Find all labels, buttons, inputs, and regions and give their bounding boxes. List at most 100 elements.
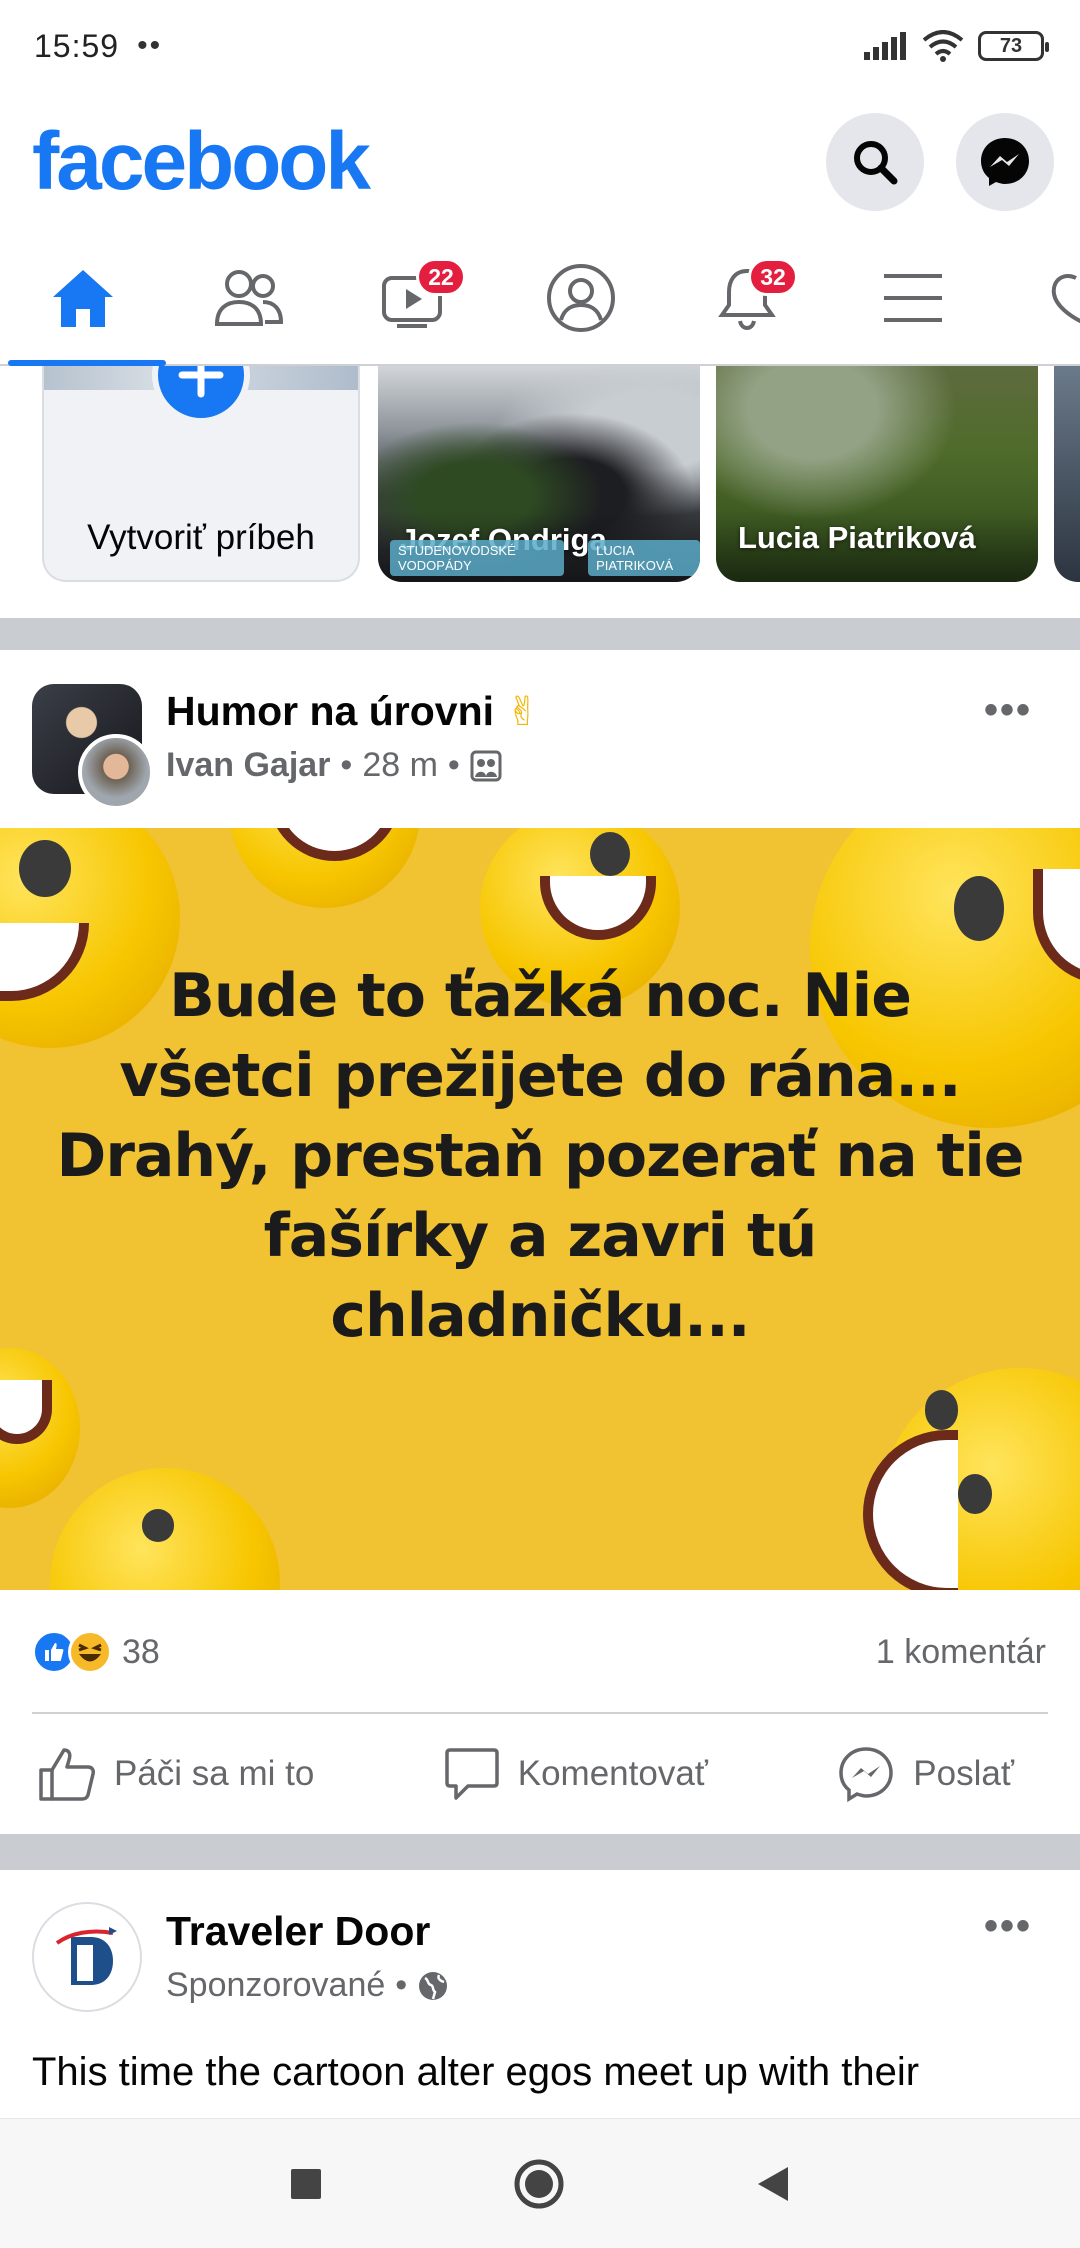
menu-icon xyxy=(884,274,942,322)
post-page-name[interactable]: Humor na úrovni ✌ xyxy=(166,688,540,735)
status-bar: 15:59 •• 73 xyxy=(0,0,1080,92)
emoji-decoration xyxy=(230,828,420,908)
plus-icon xyxy=(178,366,224,398)
system-navigation-bar xyxy=(0,2118,1080,2248)
traveler-door-logo xyxy=(55,1927,117,1985)
meme-line: fašírky a zavri tú xyxy=(263,1201,818,1271)
status-right: 73 xyxy=(864,30,1049,62)
recents-button[interactable] xyxy=(289,2167,323,2201)
emoji-eye xyxy=(954,876,1005,941)
post-more-options[interactable]: ••• xyxy=(984,688,1032,733)
story-card[interactable]: Jozef Ondriga STUDENOVODSKÉ VODOPÁDY LUC… xyxy=(378,366,700,582)
emoji-mouth xyxy=(540,876,656,940)
meme-line: Drahý, prestaň pozerať na tie xyxy=(56,1121,1025,1191)
like-label: Páči sa mi to xyxy=(114,1754,315,1793)
comment-button[interactable]: Komentovať xyxy=(444,1747,708,1801)
page-avatar[interactable] xyxy=(32,1902,142,2012)
profile-icon xyxy=(547,264,615,332)
emoji-mouth xyxy=(863,1429,959,1590)
facebook-logo[interactable]: facebook xyxy=(32,115,371,209)
header-actions xyxy=(826,113,1054,211)
meme-line: chladničku... xyxy=(330,1281,750,1351)
tab-home[interactable] xyxy=(0,232,166,366)
send-button[interactable]: Poslať xyxy=(837,1745,1014,1803)
reaction-count: 38 xyxy=(122,1632,160,1671)
status-notification-dots: •• xyxy=(137,29,163,62)
meme-caption: Bude to ťažká noc. Nie všetci prežijete … xyxy=(0,956,1080,1356)
emoji-eye xyxy=(590,832,630,876)
meta-separator: • xyxy=(340,746,353,784)
story-mention-tag: LUCIA PIATRIKOVÁ xyxy=(588,540,700,576)
story-card[interactable]: Lucia Piatriková xyxy=(716,366,1038,582)
post-actions: Páči sa mi to Komentovať Poslať xyxy=(0,1714,1080,1834)
post-more-options[interactable]: ••• xyxy=(984,1904,1032,1949)
app-header: facebook xyxy=(0,92,1080,232)
reaction-count-group[interactable]: 38 xyxy=(32,1630,160,1674)
thumbs-up-icon xyxy=(39,1748,95,1801)
comment-icon xyxy=(444,1748,499,1800)
tab-dating-partial[interactable] xyxy=(996,232,1080,364)
meta-separator: • xyxy=(395,1966,408,2004)
victory-hand-icon: ✌ xyxy=(506,689,540,734)
emoji-decoration xyxy=(0,1348,80,1508)
page-name-text: Humor na úrovni xyxy=(166,688,495,734)
emoji-eye xyxy=(958,1474,992,1514)
post-header: Humor na úrovni ✌ Ivan Gajar • 28 m • ••… xyxy=(0,650,1080,820)
notifications-badge: 32 xyxy=(748,258,798,296)
comment-count[interactable]: 1 komentár xyxy=(876,1633,1046,1672)
meme-line: všetci prežijete do rána... xyxy=(119,1041,961,1111)
add-story-button[interactable] xyxy=(152,366,250,424)
post-image[interactable]: Bude to ťažká noc. Nie všetci prežijete … xyxy=(0,828,1080,1590)
friends-icon xyxy=(214,270,284,326)
create-story-label: Vytvoriť príbeh xyxy=(87,518,315,557)
status-left: 15:59 •• xyxy=(34,28,162,65)
tab-friends[interactable] xyxy=(166,232,332,364)
like-button[interactable]: Páči sa mi to xyxy=(38,1746,314,1802)
tab-menu[interactable] xyxy=(830,232,996,364)
post-text: This time the cartoon alter egos meet up… xyxy=(32,2050,920,2094)
feed-divider xyxy=(0,1834,1080,1870)
post-author[interactable]: Ivan Gajar xyxy=(166,746,330,785)
messenger-button[interactable] xyxy=(956,113,1054,211)
status-time: 15:59 xyxy=(34,27,120,64)
tab-watch[interactable]: 22 xyxy=(332,232,498,364)
feed-divider xyxy=(0,618,1080,650)
search-button[interactable] xyxy=(826,113,924,211)
emoji-eye xyxy=(142,1509,175,1542)
reactions-summary: 38 1 komentár xyxy=(0,1590,1080,1714)
sponsored-label[interactable]: Sponzorované xyxy=(166,1966,385,2005)
back-button[interactable] xyxy=(755,2165,791,2203)
group-icon xyxy=(470,750,502,781)
post-meta: Sponzorované • xyxy=(166,1966,449,2005)
emoji-mouth xyxy=(268,828,401,861)
sponsored-post-header: Traveler Door Sponzorované • ••• xyxy=(0,1870,1080,2012)
story-tags: STUDENOVODSKÉ VODOPÁDY LUCIA PIATRIKOVÁ xyxy=(390,540,700,576)
story-location-tag: STUDENOVODSKÉ VODOPÁDY xyxy=(390,540,565,576)
reaction-icons xyxy=(32,1630,112,1674)
tab-profile[interactable] xyxy=(498,232,664,364)
story-author: Lucia Piatriková xyxy=(738,520,976,555)
meme-line: Bude to ťažká noc. Nie xyxy=(169,961,912,1031)
send-label: Poslať xyxy=(913,1754,1014,1793)
home-button[interactable] xyxy=(513,2158,565,2210)
meta-separator: • xyxy=(447,746,460,784)
emoji-decoration xyxy=(863,1368,1080,1590)
post-meta: Ivan Gajar • 28 m • xyxy=(166,746,502,785)
comment-label: Komentovať xyxy=(517,1754,708,1793)
nav-tabs: 22 32 xyxy=(0,232,1080,366)
emoji-eye xyxy=(18,840,71,898)
wifi-icon xyxy=(922,30,964,62)
messenger-icon xyxy=(839,1747,894,1803)
create-story-card[interactable]: Vytvoriť príbeh xyxy=(42,366,360,582)
signal-icon xyxy=(864,32,906,60)
thumbs-up-icon xyxy=(45,1643,64,1661)
post-page-name[interactable]: Traveler Door xyxy=(166,1908,430,1955)
story-card-partial[interactable] xyxy=(1054,366,1080,582)
laughing-face-icon xyxy=(78,1643,102,1662)
post-time[interactable]: 28 m xyxy=(362,746,438,785)
battery-indicator: 73 xyxy=(978,31,1049,61)
tab-notifications[interactable]: 32 xyxy=(664,232,830,364)
haha-reaction-icon xyxy=(68,1630,112,1674)
battery-level: 73 xyxy=(999,34,1023,57)
author-avatar[interactable] xyxy=(78,734,154,810)
